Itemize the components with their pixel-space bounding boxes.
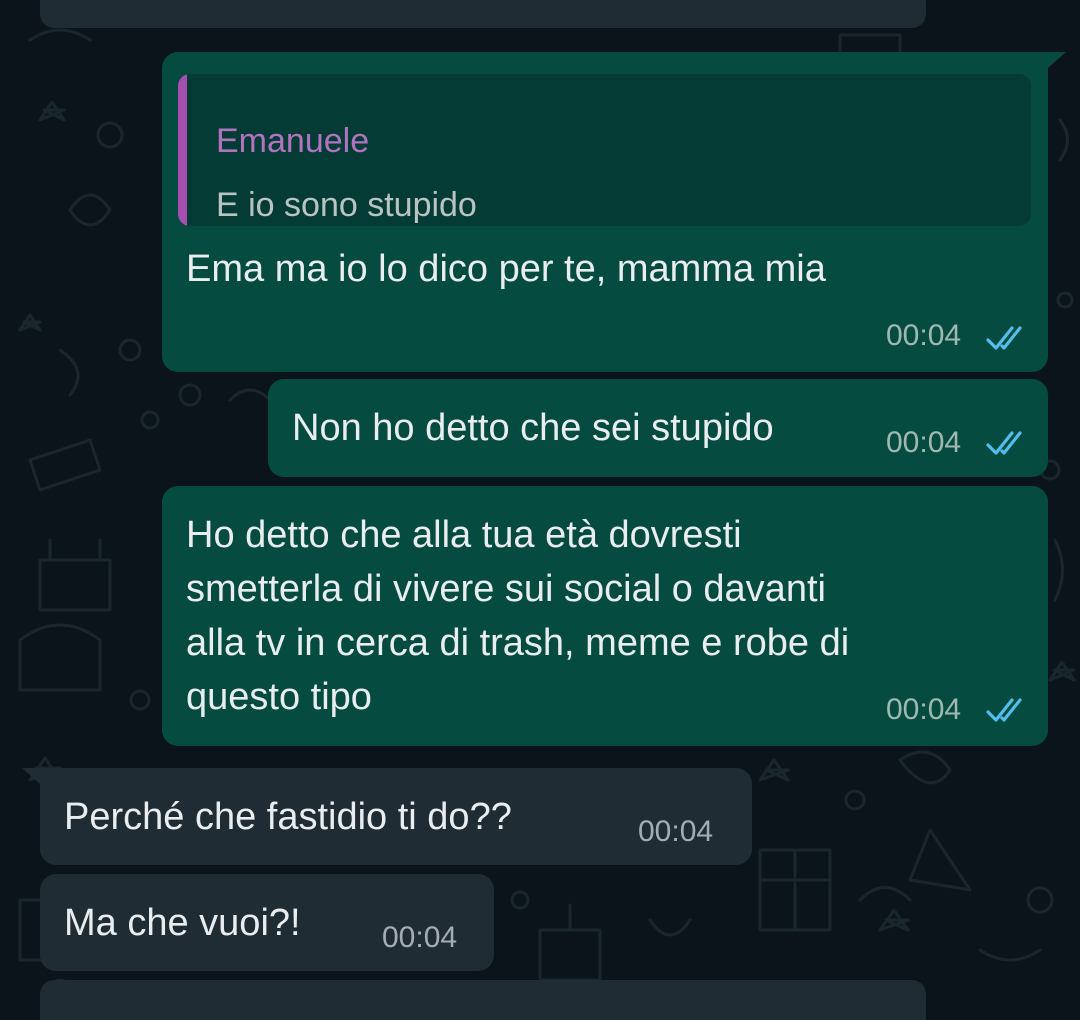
message-bubble-incoming[interactable]: Perché che fastidio ti do?? 00:04 bbox=[40, 768, 752, 865]
double-check-icon bbox=[986, 698, 1022, 722]
next-message-bubble bbox=[40, 980, 926, 1020]
message-text: Ma che vuoi?! bbox=[64, 902, 301, 944]
previous-message-bubble bbox=[40, 0, 926, 28]
message-text: Ema ma io lo dico per te, mamma mia bbox=[186, 248, 826, 290]
message-text: Ho detto che alla tua età dovresti smett… bbox=[186, 514, 850, 718]
quote-text: E io sono stupido bbox=[216, 186, 477, 224]
message-time: 00:04 bbox=[638, 815, 714, 848]
message-bubble-outgoing[interactable]: Ho detto che alla tua età dovresti smett… bbox=[162, 486, 1048, 746]
message-text: Non ho detto che sei stupido bbox=[292, 407, 774, 449]
message-time: 00:04 bbox=[886, 426, 962, 459]
quote-accent-bar bbox=[178, 74, 187, 226]
double-check-icon bbox=[986, 431, 1022, 455]
quoted-message[interactable]: Emanuele E io sono stupido bbox=[178, 74, 1031, 226]
message-bubble-incoming[interactable]: Ma che vuoi?! 00:04 bbox=[40, 874, 494, 971]
message-time: 00:04 bbox=[886, 319, 962, 352]
message-time: 00:04 bbox=[382, 921, 458, 954]
message-bubble-outgoing[interactable]: Non ho detto che sei stupido 00:04 bbox=[268, 379, 1048, 477]
double-check-icon bbox=[986, 326, 1022, 350]
message-bubble-outgoing[interactable]: Emanuele E io sono stupido Ema ma io lo … bbox=[162, 52, 1048, 372]
quote-author: Emanuele bbox=[216, 122, 370, 160]
message-time: 00:04 bbox=[886, 693, 962, 726]
message-text: Perché che fastidio ti do?? bbox=[64, 796, 512, 838]
